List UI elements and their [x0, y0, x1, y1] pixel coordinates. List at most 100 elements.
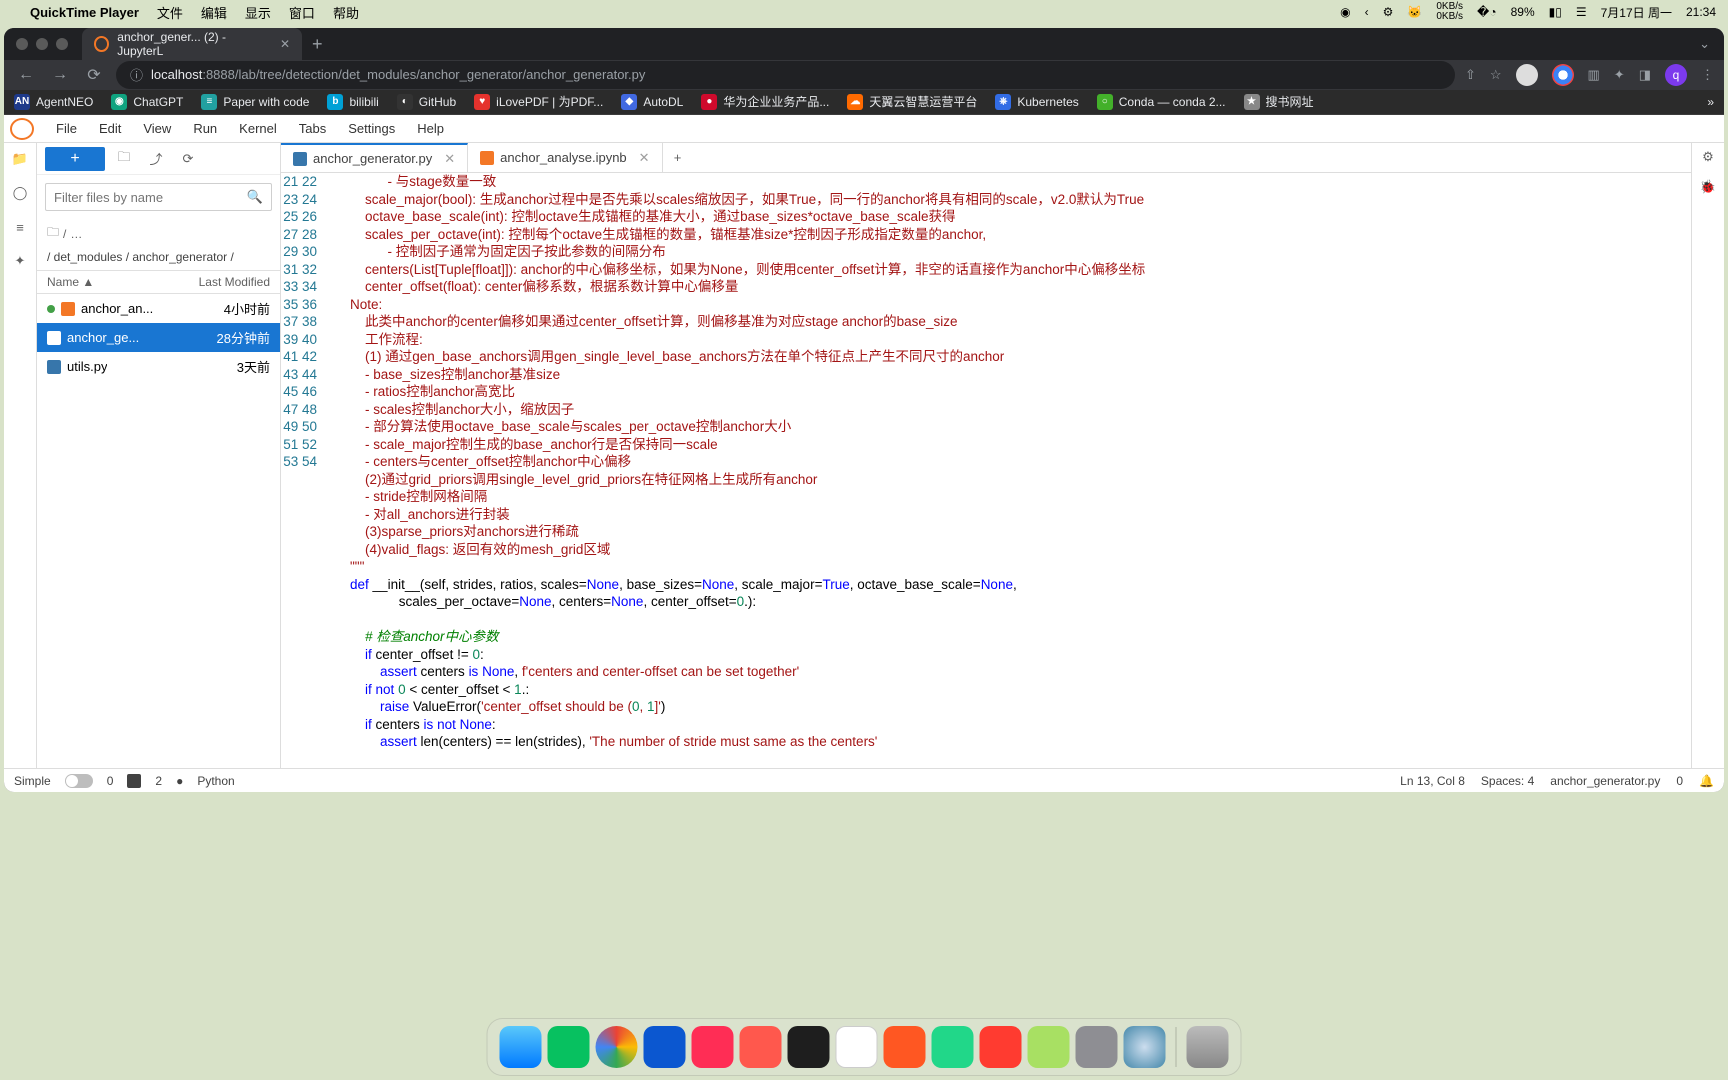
dock-app[interactable] [980, 1026, 1022, 1068]
file-row[interactable]: anchor_an... 4小时前 [37, 294, 280, 323]
close-icon[interactable]: ✕ [280, 37, 290, 51]
bell-icon[interactable]: 🔔 [1699, 774, 1714, 788]
dock-app-quicktime[interactable] [1124, 1026, 1166, 1068]
menu-tabs[interactable]: Tabs [289, 117, 336, 140]
status-icon[interactable]: ◉ [1340, 5, 1350, 19]
cursor-position[interactable]: Ln 13, Col 8 [1400, 774, 1465, 788]
dock-app[interactable] [644, 1026, 686, 1068]
extensions-icon[interactable]: ✦ [10, 251, 30, 271]
dock-app-finder[interactable] [500, 1026, 542, 1068]
dock-app-terminal[interactable] [788, 1026, 830, 1068]
dock-trash[interactable] [1187, 1026, 1229, 1068]
bookmark-item[interactable]: ◐GitHub [397, 94, 456, 110]
window-controls[interactable] [16, 38, 68, 50]
status-icon[interactable]: ⚙ [1383, 5, 1394, 19]
code-editor[interactable]: 21 22 23 24 25 26 27 28 29 30 31 32 33 3… [281, 173, 1691, 768]
menu-help[interactable]: Help [407, 117, 454, 140]
col-modified[interactable]: Last Modified [199, 275, 270, 289]
menu-file[interactable]: File [46, 117, 87, 140]
new-tab-button[interactable]: + [663, 143, 693, 172]
url-input[interactable]: ⓘ localhost:8888/lab/tree/detection/det_… [116, 61, 1455, 89]
debugger-icon[interactable]: 🐞 [1700, 179, 1716, 195]
terminal-count[interactable]: 2 [155, 774, 162, 788]
new-folder-icon[interactable]: 🗀 [111, 148, 137, 170]
new-tab-button[interactable]: + [312, 34, 323, 55]
dock-app[interactable] [884, 1026, 926, 1068]
file-row[interactable]: anchor_ge... 28分钟前 [37, 323, 280, 352]
language-label[interactable]: Python [197, 774, 234, 788]
menu-edit[interactable]: Edit [89, 117, 131, 140]
bookmark-item[interactable]: ≡Paper with code [201, 94, 309, 110]
menu-window[interactable]: 窗口 [289, 3, 315, 22]
status-icon[interactable]: ‹ [1365, 5, 1369, 19]
menu-icon[interactable]: ⋮ [1701, 67, 1714, 83]
toc-icon[interactable]: ≡ [10, 217, 30, 237]
breadcrumb[interactable]: 🗀 / … [37, 219, 280, 248]
code-content[interactable]: - 与stage数量一致 scale_major(bool): 生成anchor… [325, 173, 1691, 768]
reload-button[interactable]: ⟳ [82, 65, 106, 85]
jupyter-logo-icon[interactable] [10, 118, 34, 140]
bookmark-item[interactable]: ⎈Kubernetes [995, 94, 1078, 110]
col-name[interactable]: Name ▲ [47, 275, 94, 289]
control-center-icon[interactable]: ☰ [1576, 5, 1587, 19]
share-icon[interactable]: ⇧ [1465, 67, 1476, 83]
profile-icon[interactable] [1516, 64, 1538, 86]
extension-icon[interactable] [1552, 64, 1574, 86]
bookmark-item[interactable]: ●华为企业业务产品... [701, 93, 829, 110]
date[interactable]: 7月17日 周一 [1601, 4, 1672, 21]
new-launcher-button[interactable]: + [45, 147, 105, 171]
dock-app-pycharm[interactable] [932, 1026, 974, 1068]
bookmark-item[interactable]: ○Conda — conda 2... [1097, 94, 1226, 110]
bookmark-overflow[interactable]: » [1707, 95, 1714, 109]
app-name[interactable]: QuickTime Player [30, 5, 139, 20]
back-button[interactable]: ← [14, 66, 38, 84]
menu-file[interactable]: 文件 [157, 3, 183, 22]
bookmark-item[interactable]: ◉ChatGPT [111, 94, 183, 110]
folder-icon[interactable]: 📁 [10, 149, 30, 169]
cat-icon[interactable]: 🐱 [1407, 5, 1422, 19]
file-row[interactable]: utils.py 3天前 [37, 352, 280, 381]
dock-app-settings[interactable] [1076, 1026, 1118, 1068]
dock-app[interactable] [740, 1026, 782, 1068]
menu-view[interactable]: 显示 [245, 3, 271, 22]
file-filter-input[interactable]: Filter files by name 🔍 [45, 183, 272, 211]
bookmark-item[interactable]: ◆AutoDL [621, 94, 683, 110]
terminal-icon[interactable] [127, 774, 141, 788]
upload-icon[interactable]: ⤴ [143, 149, 169, 168]
profile-badge[interactable]: q [1665, 64, 1687, 86]
breadcrumb-path[interactable]: / det_modules / anchor_generator / [37, 248, 280, 270]
sidepanel-icon[interactable]: ◨ [1639, 67, 1651, 83]
editor-tab[interactable]: anchor_generator.py ✕ [281, 143, 468, 172]
simple-toggle[interactable] [65, 774, 93, 788]
forward-button[interactable]: → [48, 66, 72, 84]
battery-icon[interactable]: ▮▯ [1549, 5, 1562, 19]
wifi-icon[interactable]: �◔ [1477, 5, 1497, 19]
close-icon[interactable]: ✕ [444, 151, 455, 167]
time[interactable]: 21:34 [1686, 5, 1716, 19]
property-inspector-icon[interactable]: ⚙ [1702, 149, 1714, 165]
status-count[interactable]: 0 [107, 774, 114, 788]
dock-app[interactable] [1028, 1026, 1070, 1068]
dock-app-chrome[interactable] [596, 1026, 638, 1068]
bookmark-icon[interactable]: ☆ [1490, 67, 1502, 83]
extension-icon[interactable]: ✦ [1614, 67, 1625, 83]
bookmark-item[interactable]: ★搜书网址 [1244, 93, 1314, 110]
site-info-icon[interactable]: ⓘ [130, 65, 143, 84]
bookmark-item[interactable]: ♥iLovePDF | 为PDF... [474, 93, 603, 110]
bookmark-item[interactable]: bbilibili [327, 94, 378, 110]
bookmark-item[interactable]: ANAgentNEO [14, 94, 93, 110]
bookmark-item[interactable]: ☁天翼云智慧运营平台 [847, 93, 977, 110]
dock-app-notion[interactable] [836, 1026, 878, 1068]
menu-run[interactable]: Run [183, 117, 227, 140]
refresh-icon[interactable]: ⟳ [175, 151, 201, 167]
menu-edit[interactable]: 编辑 [201, 3, 227, 22]
dock-app-wechat[interactable] [548, 1026, 590, 1068]
extension-icon[interactable]: ▥ [1588, 67, 1600, 83]
indent-label[interactable]: Spaces: 4 [1481, 774, 1534, 788]
menu-settings[interactable]: Settings [338, 117, 405, 140]
browser-tab[interactable]: anchor_gener... (2) - JupyterL ✕ [82, 28, 302, 60]
running-icon[interactable]: ◯ [10, 183, 30, 203]
menu-view[interactable]: View [133, 117, 181, 140]
menu-help[interactable]: 帮助 [333, 3, 359, 22]
dock-app[interactable] [692, 1026, 734, 1068]
